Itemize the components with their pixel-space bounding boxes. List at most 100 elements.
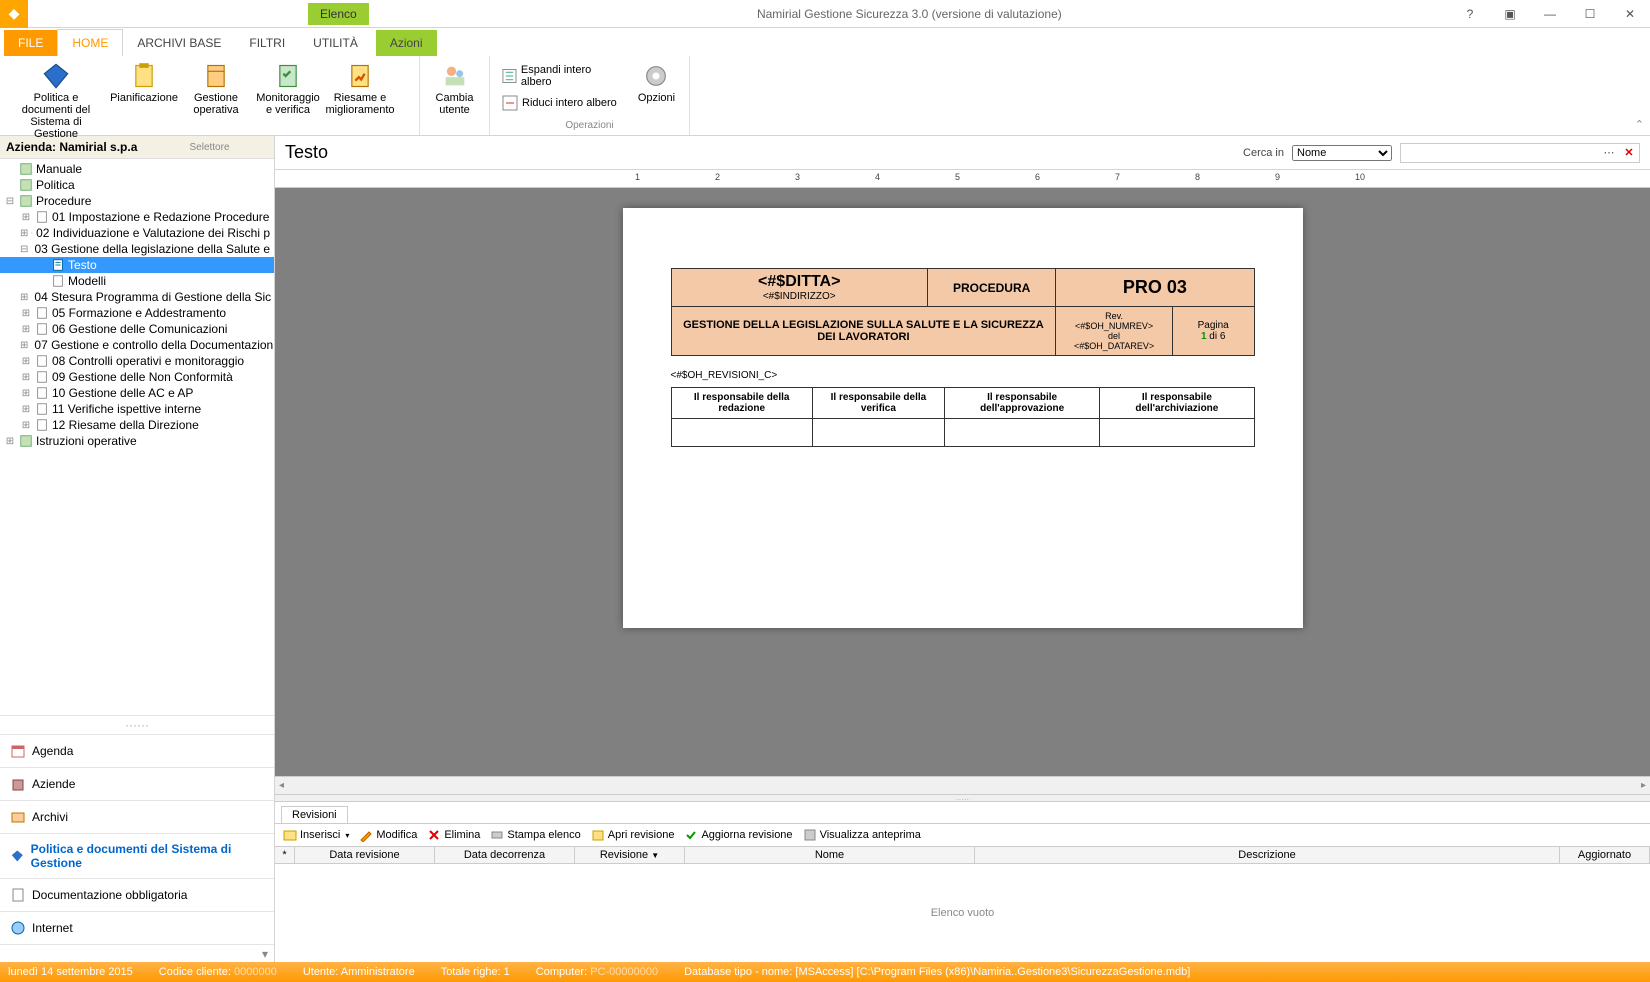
tree-p03[interactable]: ⊟03 Gestione della legislazione della Sa… <box>0 241 274 257</box>
tree-p06[interactable]: ⊞06 Gestione delle Comunicazioni <box>0 321 274 337</box>
rb-cambia-utente[interactable]: Cambia utente <box>428 60 481 118</box>
tab-home[interactable]: HOME <box>57 29 123 57</box>
search-input[interactable] <box>1401 147 1599 159</box>
doc-responsabili-table: Il responsabile della redazione Il respo… <box>671 387 1255 447</box>
col-descrizione[interactable]: Descrizione <box>975 847 1560 863</box>
tree-p11[interactable]: ⊞11 Verifiche ispettive interne <box>0 401 274 417</box>
splitter[interactable]: ····· <box>275 794 1650 802</box>
content-title: Testo <box>285 142 1235 163</box>
h-scrollbar[interactable]: ◂▸ <box>275 776 1650 794</box>
btn-apri-revisione[interactable]: Apri revisione <box>591 828 675 842</box>
rb-espandi-albero[interactable]: Espandi intero albero <box>498 62 622 90</box>
ribbon-collapse-button[interactable]: ⌃ <box>1635 118 1644 131</box>
cerca-in-label: Cerca in <box>1243 147 1284 159</box>
close-button[interactable]: ✕ <box>1610 0 1650 28</box>
rb-riduci-label: Riduci intero albero <box>522 97 617 109</box>
status-computer: Computer: PC-00000000 <box>536 966 658 978</box>
rb-gestione-operativa[interactable]: Gestione operativa <box>184 60 248 118</box>
nav-configure-button[interactable]: ▾ <box>0 944 274 962</box>
minimize-button[interactable]: — <box>1530 0 1570 28</box>
col-nome[interactable]: Nome <box>685 847 975 863</box>
nav-archivi[interactable]: Archivi <box>0 800 274 833</box>
rb-politica-documenti[interactable]: Politica e documenti del Sistema di Gest… <box>8 60 104 142</box>
nav-documentazione[interactable]: Documentazione obbligatoria <box>0 878 274 911</box>
rev-toolbar: Inserisci▾ Modifica Elimina Stampa elenc… <box>275 823 1650 847</box>
rb-espandi-label: Espandi intero albero <box>521 64 618 88</box>
btn-inserisci[interactable]: Inserisci▾ <box>283 828 349 842</box>
btn-modifica[interactable]: Modifica <box>359 828 417 842</box>
tree-p03-modelli[interactable]: Modelli <box>0 273 274 289</box>
col-selector[interactable]: * <box>275 847 295 863</box>
window-title: Namirial Gestione Sicurezza 3.0 (version… <box>369 7 1450 21</box>
rb-opzioni[interactable]: Opzioni <box>632 60 681 106</box>
doc-rev-cell: Rev. <#$OH_NUMREV> del <#$OH_DATAREV> <box>1056 307 1173 356</box>
search-more-button[interactable]: ⋯ <box>1599 146 1619 159</box>
tree-p02[interactable]: ⊞02 Individuazione e Valutazione dei Ris… <box>0 225 274 241</box>
tab-archivi-base[interactable]: ARCHIVI BASE <box>123 30 235 56</box>
tree-istruzioni[interactable]: ⊞Istruzioni operative <box>0 433 274 449</box>
open-icon <box>591 828 605 842</box>
tree-p12[interactable]: ⊞12 Riesame della Direzione <box>0 417 274 433</box>
tree-p01[interactable]: ⊞01 Impostazione e Redazione Procedure <box>0 209 274 225</box>
rb-cambia-label: Cambia utente <box>430 92 479 116</box>
rb-riduci-albero[interactable]: Riduci intero albero <box>498 93 622 113</box>
tab-filtri[interactable]: FILTRI <box>235 30 299 56</box>
col-revisione[interactable]: Revisione ▼ <box>575 847 685 863</box>
nav-politica-documenti[interactable]: Politica e documenti del Sistema di Gest… <box>0 833 274 878</box>
col-aggiornato[interactable]: Aggiornato <box>1560 847 1650 863</box>
doc-procedura-code: PRO 03 <box>1056 269 1254 307</box>
nav-aziende[interactable]: Aziende <box>0 767 274 800</box>
clipboard-icon <box>130 62 158 90</box>
tab-file[interactable]: FILE <box>4 30 57 56</box>
tree-p03-testo[interactable]: Testo <box>0 257 274 273</box>
rb-monitoraggio[interactable]: Monitoraggio e verifica <box>256 60 320 118</box>
tree-manuale[interactable]: Manuale <box>0 161 274 177</box>
help-button[interactable]: ? <box>1450 0 1490 28</box>
app-icon[interactable]: ◆ <box>0 0 28 28</box>
search-clear-button[interactable]: ✕ <box>1619 146 1639 159</box>
btn-aggiorna-revisione[interactable]: Aggiorna revisione <box>684 828 792 842</box>
tree-politica[interactable]: Politica <box>0 177 274 193</box>
doc-page-cell: Pagina 1 di 6 <box>1172 307 1254 356</box>
cerca-in-select[interactable]: Nome <box>1292 145 1392 161</box>
col-data-decorrenza[interactable]: Data decorrenza <box>435 847 575 863</box>
tree-view[interactable]: Manuale Politica ⊟Procedure ⊞01 Impostaz… <box>0 159 274 715</box>
ruler[interactable]: 1 2 3 4 5 6 7 8 9 10 <box>275 170 1650 188</box>
rb-pianificazione[interactable]: Pianificazione <box>112 60 176 106</box>
col-data-revisione[interactable]: Data revisione <box>295 847 435 863</box>
rb-pianificazione-label: Pianificazione <box>110 92 178 104</box>
doc-viewport[interactable]: <#$DITTA> <#$INDIRIZZO> PROCEDURA PRO 03… <box>275 188 1650 776</box>
pencil-icon <box>359 828 373 842</box>
tree-p10[interactable]: ⊞10 Gestione delle AC e AP <box>0 385 274 401</box>
ribbon-options-button[interactable]: ▣ <box>1490 0 1530 28</box>
rev-grid-header: * Data revisione Data decorrenza Revisio… <box>275 847 1650 864</box>
ribbon: Politica e documenti del Sistema di Gest… <box>0 56 1650 136</box>
btn-visualizza-anteprima[interactable]: Visualizza anteprima <box>803 828 921 842</box>
check-icon <box>684 828 698 842</box>
btn-stampa-elenco[interactable]: Stampa elenco <box>490 828 580 842</box>
btn-elimina[interactable]: Elimina <box>427 828 480 842</box>
tree-p09[interactable]: ⊞09 Gestione delle Non Conformità <box>0 369 274 385</box>
side-splitter[interactable]: ······ <box>0 715 274 734</box>
resp-redazione: Il responsabile della redazione <box>671 388 812 419</box>
tree-p07[interactable]: ⊞07 Gestione e controllo della Documenta… <box>0 337 274 353</box>
rb-politica-label: Politica e documenti del Sistema di Gest… <box>10 92 102 140</box>
docs-icon <box>10 887 26 903</box>
tab-azioni[interactable]: Azioni <box>376 30 437 56</box>
tab-utilita[interactable]: UTILITÀ <box>299 30 372 56</box>
tree-p04[interactable]: ⊞04 Stesura Programma di Gestione della … <box>0 289 274 305</box>
users-icon <box>441 62 469 90</box>
maximize-button[interactable]: ☐ <box>1570 0 1610 28</box>
nav-agenda[interactable]: Agenda <box>0 734 274 767</box>
doc-icon <box>35 210 49 224</box>
tree-p05[interactable]: ⊞05 Formazione e Addestramento <box>0 305 274 321</box>
revisioni-panel: Revisioni Inserisci▾ Modifica Elimina St… <box>275 802 1650 962</box>
tab-revisioni[interactable]: Revisioni <box>281 806 348 823</box>
nav-internet[interactable]: Internet <box>0 911 274 944</box>
rb-riesame[interactable]: Riesame e miglioramento <box>328 60 392 118</box>
context-tab-elenco[interactable]: Elenco <box>308 3 369 25</box>
tree-procedure[interactable]: ⊟Procedure <box>0 193 274 209</box>
tree-p08[interactable]: ⊞08 Controlli operativi e monitoraggio <box>0 353 274 369</box>
status-utente: Utente: Amministratore <box>303 966 415 978</box>
doc-icon <box>35 354 49 368</box>
